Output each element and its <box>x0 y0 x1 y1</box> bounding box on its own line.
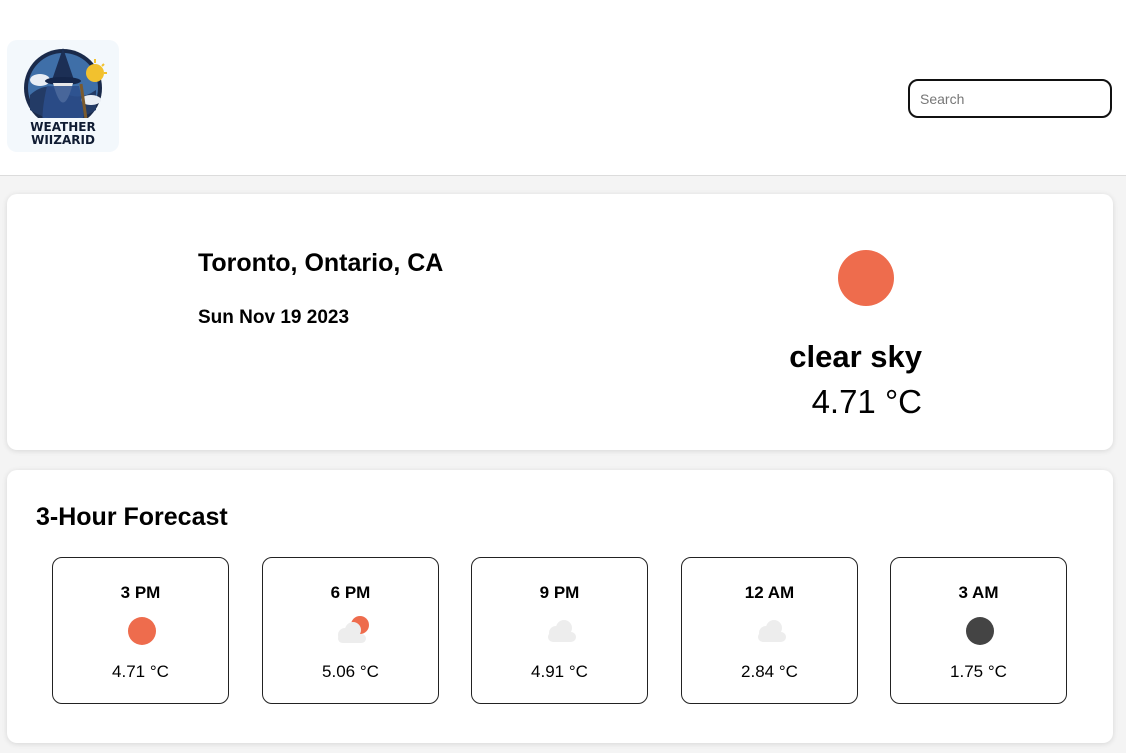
forecast-tile: 3 PM 4.71 °C <box>52 557 229 704</box>
forecast-time: 9 PM <box>539 583 580 602</box>
top-bar: WEATHER WIIZARID <box>0 0 1126 176</box>
cloud-icon <box>548 620 576 642</box>
forecast-title: 3-Hour Forecast <box>36 503 228 531</box>
forecast-time: 3 AM <box>958 583 999 602</box>
forecast-temp: 2.84 °C <box>741 662 798 681</box>
sun-icon <box>838 250 894 306</box>
forecast-tile: 6 PM 5.06 °C <box>262 557 439 704</box>
forecast-card: 3-Hour Forecast 3 PM 4.71 °C 6 PM 5.06 °… <box>7 470 1113 743</box>
moon-icon <box>966 617 994 645</box>
current-weather-card: Toronto, Ontario, CA Sun Nov 19 2023 cle… <box>7 194 1113 450</box>
current-date: Sun Nov 19 2023 <box>198 307 350 328</box>
cloud-icon <box>758 620 786 642</box>
sun-behind-cloud-icon <box>338 616 369 643</box>
sun-icon <box>128 617 156 645</box>
forecast-tile: 9 PM 4.91 °C <box>471 557 648 704</box>
forecast-tile: 12 AM 2.84 °C <box>681 557 858 704</box>
forecast-time: 3 PM <box>120 583 161 602</box>
current-temperature: 4.71 °C <box>811 383 922 420</box>
forecast-temp: 5.06 °C <box>322 662 379 681</box>
forecast-time: 12 AM <box>744 583 795 602</box>
weather-condition: clear sky <box>789 339 922 374</box>
wizard-logo-icon: WEATHER WIIZARID <box>17 48 109 150</box>
logo-text-line1: WEATHER <box>30 120 95 134</box>
forecast-time: 6 PM <box>330 583 371 602</box>
forecast-temp: 4.71 °C <box>112 662 169 681</box>
search-input[interactable] <box>908 79 1112 118</box>
app-logo[interactable]: WEATHER WIIZARID <box>7 40 119 152</box>
logo-text-line2: WIIZARID <box>31 133 95 147</box>
forecast-tile: 3 AM 1.75 °C <box>890 557 1067 704</box>
forecast-temp: 4.91 °C <box>531 662 588 681</box>
location-title: Toronto, Ontario, CA <box>198 249 444 277</box>
forecast-temp: 1.75 °C <box>950 662 1007 681</box>
current-weather-icon <box>838 250 894 306</box>
